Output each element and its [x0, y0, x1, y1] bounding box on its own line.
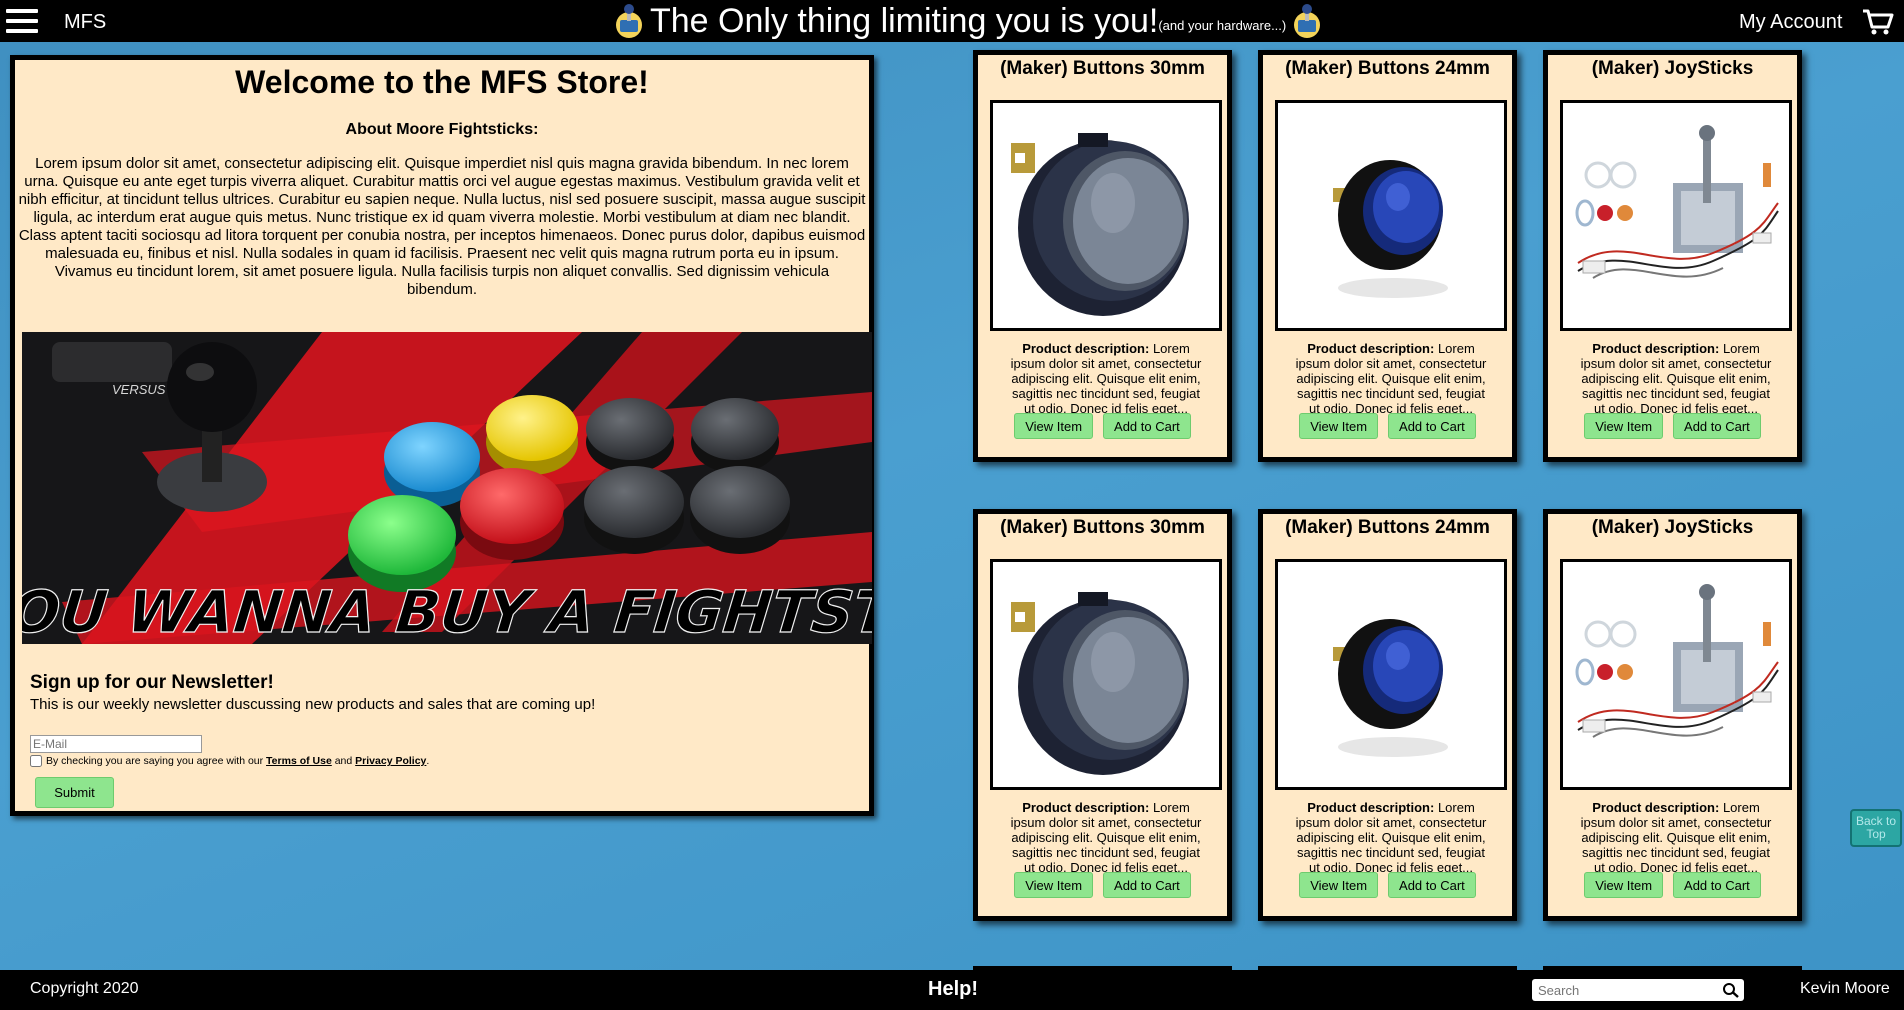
about-heading: About Moore Fightsticks: [345, 121, 539, 138]
email-field[interactable] [30, 735, 202, 753]
product-description-label: Product description: [1307, 800, 1435, 815]
add-to-cart-button[interactable]: Add to Cart [1103, 872, 1191, 898]
product-description-label: Product description: [1592, 341, 1720, 356]
view-item-button[interactable]: View Item [1584, 413, 1664, 439]
product-image[interactable] [1275, 559, 1507, 790]
product-description: Product description: Lorem ipsum dolor s… [1291, 800, 1491, 875]
hamburger-menu-icon[interactable] [6, 9, 38, 33]
button-30mm-image [993, 103, 1219, 328]
add-to-cart-button[interactable]: Add to Cart [1388, 413, 1476, 439]
product-actions: View Item Add to Cart [1548, 413, 1797, 439]
privacy-policy-link[interactable]: Privacy Policy [355, 755, 426, 767]
product-card: (Maker) Buttons 24mm Product description:… [1258, 509, 1517, 921]
back-to-top-button[interactable]: Back to Top [1850, 809, 1902, 847]
product-description-label: Product description: [1592, 800, 1720, 815]
product-card: (Maker) JoySticks Product description: Lo… [1543, 509, 1802, 921]
user-name: Kevin Moore [1800, 980, 1890, 997]
product-title[interactable]: (Maker) JoySticks [1548, 58, 1797, 80]
joystick-icon [616, 4, 642, 38]
tagline-small: (and your hardware...) [1158, 17, 1287, 33]
add-to-cart-button[interactable]: Add to Cart [1388, 872, 1476, 898]
my-account-link[interactable]: My Account [1739, 11, 1842, 34]
product-image[interactable] [1275, 100, 1507, 331]
welcome-panel: Welcome to the MFS Store! About Moore Fi… [10, 55, 874, 816]
product-description: Product description: Lorem ipsum dolor s… [1291, 341, 1491, 416]
view-item-button[interactable]: View Item [1014, 413, 1094, 439]
product-title[interactable]: (Maker) Buttons 30mm [978, 517, 1227, 539]
joystick-image [1563, 103, 1789, 328]
product-title[interactable]: (Maker) Buttons 24mm [1263, 58, 1512, 80]
back-to-top-line2: Top [1866, 827, 1886, 841]
tagline: The Only thing limiting you is you! (and… [608, 2, 1328, 40]
joystick-icon [1294, 4, 1321, 38]
welcome-title: Welcome to the MFS Store! [235, 64, 649, 100]
agree-checkbox[interactable] [30, 755, 42, 767]
view-item-button[interactable]: View Item [1299, 872, 1379, 898]
banner-headline: SO YOU WANNA BUY A FIGHTSTICK? [22, 578, 872, 644]
product-image[interactable] [990, 559, 1222, 790]
product-actions: View Item Add to Cart [978, 872, 1227, 898]
product-description: Product description: Lorem ipsum dolor s… [1576, 800, 1776, 875]
joystick-image [1563, 562, 1789, 787]
view-item-button[interactable]: View Item [1584, 872, 1664, 898]
product-card: (Maker) Buttons 24mm Product description:… [1258, 50, 1517, 462]
product-card: (Maker) Buttons 30mm Product description:… [973, 50, 1232, 462]
product-description-label: Product description: [1307, 341, 1435, 356]
product-description: Product description: Lorem ipsum dolor s… [1006, 341, 1206, 416]
help-link[interactable]: Help! [928, 978, 978, 1001]
newsletter-section: Sign up for our Newsletter! This is our … [30, 672, 850, 808]
add-to-cart-button[interactable]: Add to Cart [1103, 413, 1191, 439]
product-actions: View Item Add to Cart [1548, 872, 1797, 898]
add-to-cart-button[interactable]: Add to Cart [1673, 413, 1761, 439]
newsletter-title: Sign up for our Newsletter! [30, 672, 274, 693]
product-image[interactable] [1560, 100, 1792, 331]
button-30mm-image [993, 562, 1219, 787]
terms-of-use-link[interactable]: Terms of Use [266, 755, 332, 767]
product-card: (Maker) Buttons 30mm Product description:… [973, 509, 1232, 921]
search-input[interactable] [1538, 981, 1718, 999]
footer-bar: Copyright 2020 Help! Kevin Moore [0, 970, 1904, 1010]
view-item-button[interactable]: View Item [1299, 413, 1379, 439]
brand-name[interactable]: MFS [64, 11, 106, 34]
product-image[interactable] [1560, 559, 1792, 790]
newsletter-subtitle: This is our weekly newsletter duscussing… [30, 696, 596, 713]
view-item-button[interactable]: View Item [1014, 872, 1094, 898]
button-24mm-image [1278, 562, 1504, 787]
product-title[interactable]: (Maker) JoySticks [1548, 517, 1797, 539]
product-description: Product description: Lorem ipsum dolor s… [1576, 341, 1776, 416]
button-24mm-image [1278, 103, 1504, 328]
add-to-cart-button[interactable]: Add to Cart [1673, 872, 1761, 898]
product-image[interactable] [990, 100, 1222, 331]
product-actions: View Item Add to Cart [1263, 872, 1512, 898]
product-actions: View Item Add to Cart [1263, 413, 1512, 439]
tagline-main: The Only thing limiting you is you! [650, 1, 1159, 40]
agree-row: By checking you are saying you agree wit… [30, 755, 850, 767]
submit-button[interactable]: Submit [35, 777, 114, 808]
product-title[interactable]: (Maker) Buttons 30mm [978, 58, 1227, 80]
agree-text-and: and [334, 755, 353, 767]
agree-text-prefix: By checking you are saying you agree wit… [46, 755, 264, 767]
product-card: (Maker) JoySticks Product description: Lo… [1543, 50, 1802, 462]
product-description-label: Product description: [1022, 341, 1150, 356]
copyright-text: Copyright 2020 [30, 980, 139, 997]
product-description: Product description: Lorem ipsum dolor s… [1006, 800, 1206, 875]
product-title[interactable]: (Maker) Buttons 24mm [1263, 517, 1512, 539]
shopping-cart-icon[interactable] [1862, 8, 1894, 36]
agree-text-suffix: . [426, 755, 430, 767]
versus-label: VERSUS [112, 382, 166, 397]
top-navigation-bar: MFS The Only thing limiting you is you! … [0, 0, 1904, 42]
fightstick-banner-image: VERSUS SO YOU WANNA BUY A FIGHTSTICK? [22, 332, 872, 644]
about-paragraph-2: Class aptent taciti sociosqu ad litora t… [18, 227, 866, 298]
about-paragraph-1: Lorem ipsum dolor sit amet, consectetur … [18, 155, 866, 226]
search-box [1532, 979, 1744, 1001]
fightstick-banner-graphic: VERSUS SO YOU WANNA BUY A FIGHTSTICK? [22, 332, 872, 644]
search-icon[interactable] [1722, 982, 1740, 998]
product-description-label: Product description: [1022, 800, 1150, 815]
product-actions: View Item Add to Cart [978, 413, 1227, 439]
